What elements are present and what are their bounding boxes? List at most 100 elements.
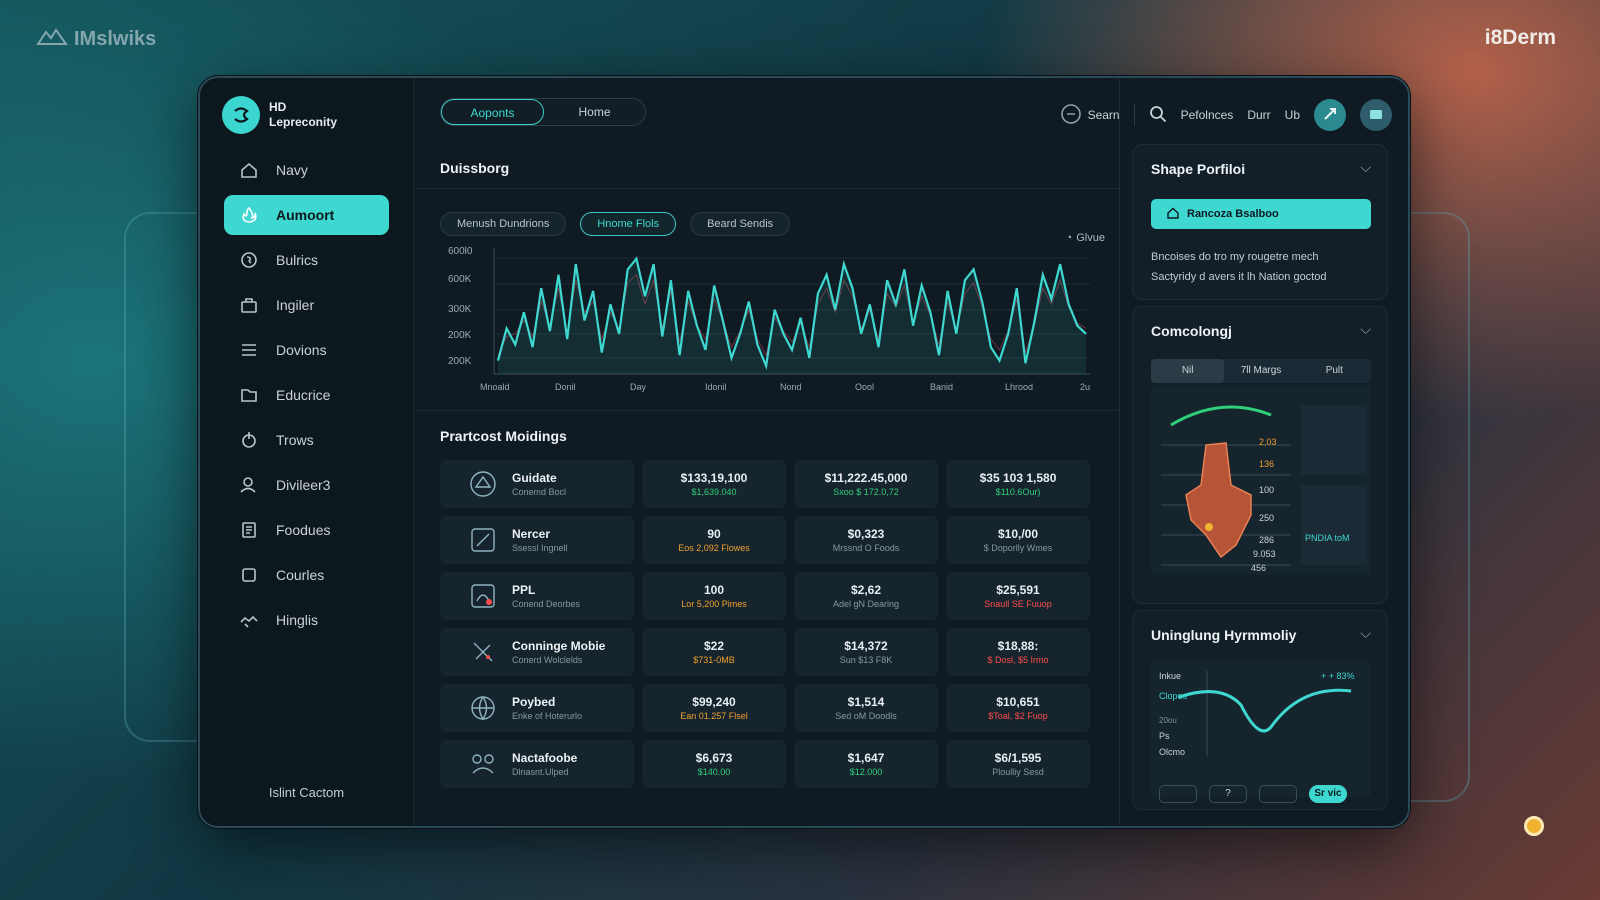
chart-y-tick-label: 600K: [448, 274, 472, 285]
comcolongi-card: Comcolongj ⌵ Nil 7ll Margs Pult 2,03 136…: [1132, 306, 1388, 604]
sidebar-item-divileer3[interactable]: Divileer3: [224, 465, 389, 505]
holding-subtitle: Conemd Bocl: [512, 487, 567, 497]
map-side-label: PNDIA toM: [1305, 533, 1350, 543]
sidebar-item-foodues[interactable]: Foodues: [224, 510, 389, 550]
sidebar-item-label: Hinglis: [276, 612, 319, 628]
map-label: 100: [1259, 485, 1274, 495]
holding-name-cell: Nercer Ssessl Ingnell: [440, 516, 634, 564]
main-line-chart: 600l0 600K 300K 200K 200K Mnoald Donil Day Idoni…: [440, 238, 1100, 398]
coin-icon: [238, 249, 260, 271]
notification-dot-icon[interactable]: [1524, 816, 1544, 836]
app-logo-icon: [222, 96, 260, 134]
tab-aoponts[interactable]: Aoponts: [441, 99, 544, 125]
holding-value: $133,19,100: [680, 471, 748, 485]
holding-value-sub: Ploulliy Sesd: [992, 767, 1044, 777]
holding-subtitle: Enke of Hoterurlo: [512, 711, 583, 721]
harmony-line: [1178, 688, 1352, 733]
harmony-controls: ? Sr vic: [1159, 785, 1347, 803]
holding-value-sub: Sun $13 F8K: [839, 655, 893, 665]
table-row[interactable]: Poybed Enke of Hoterurlo $99,240 Ean 01.257…: [440, 684, 1090, 732]
table-row[interactable]: Guidate Conemd Bocl $133,19,100 $1,639.040 $…: [440, 460, 1090, 508]
chevron-down-icon[interactable]: ⌵: [1360, 159, 1371, 176]
chevron-down-icon[interactable]: ⌵: [1360, 625, 1371, 642]
search-icon[interactable]: [1149, 105, 1167, 126]
search-shortcut[interactable]: Searn: [1060, 103, 1120, 128]
sidebar-item-hinglis[interactable]: Hinglis: [224, 600, 389, 640]
holding-value-cell: 100 Lor 5,200 Pimes: [642, 572, 786, 620]
sidebar-footer[interactable]: Islint Cactom: [200, 785, 413, 800]
tab-margs[interactable]: 7ll Margs: [1224, 359, 1297, 383]
sidebar-item-navy[interactable]: Navy: [224, 150, 389, 190]
holding-value: $1,647: [847, 751, 885, 765]
portfolio-cta-button[interactable]: Rancoza Bsalboo: [1151, 199, 1371, 229]
link-pefolnces[interactable]: Pefolnces: [1181, 108, 1234, 122]
tab-pult[interactable]: Pult: [1298, 359, 1371, 383]
sidebar-item-label: Dovions: [276, 342, 327, 358]
app-name-line1: HD: [269, 100, 287, 114]
tab-home[interactable]: Home: [544, 99, 645, 125]
table-row[interactable]: PPL Conend Deorbes 100 Lor 5,200 Pimes $2,62…: [440, 572, 1090, 620]
sidebar-item-courles[interactable]: Courles: [224, 555, 389, 595]
pill-hnome-flols[interactable]: Hnome Flols: [580, 212, 677, 236]
table-row[interactable]: Conninge Mobie Conerd Wolclelds $22 $731-0M…: [440, 628, 1090, 676]
main-content: Aoponts Home Duissborg Menush Dundrions …: [414, 78, 1120, 826]
pill-beard-sendis[interactable]: Beard Sendis: [690, 212, 791, 236]
folder-button[interactable]: [1360, 99, 1392, 131]
sidebar-item-label: Trows: [276, 432, 314, 448]
holding-value-cell: $25,591 Snaull SE Fuuop: [946, 572, 1090, 620]
table-row[interactable]: Nactafoobe Dlnasnt.Ulped $6,673 $140.00 $1,6…: [440, 740, 1090, 788]
holding-value-cell: $10,/00 $ Doporlly Wmes: [946, 516, 1090, 564]
map-label: 250: [1259, 513, 1274, 523]
chart-y-tick-label: 600l0: [448, 246, 473, 257]
chart-x-tick-label: Banid: [930, 382, 953, 392]
rocket-button[interactable]: [1314, 99, 1346, 131]
folder-icon: [1368, 106, 1384, 125]
holding-value-cell: $6/1,595 Ploulliy Sesd: [946, 740, 1090, 788]
sidebar-item-dovions[interactable]: Dovions: [224, 330, 389, 370]
link-ub[interactable]: Ub: [1285, 108, 1300, 122]
tab-nil[interactable]: Nil: [1151, 359, 1225, 383]
chart-y-tick-label: 200K: [448, 330, 472, 341]
harmony-label: Inkue: [1159, 671, 1181, 681]
sidebar-item-label: Bulrics: [276, 252, 319, 268]
power-icon: [238, 429, 260, 451]
holding-subtitle: Conerd Wolclelds: [512, 655, 583, 665]
home-icon: [1167, 207, 1179, 222]
pill-menush-dundrions[interactable]: Menush Dundrions: [440, 212, 567, 236]
sidebar-item-ingiler[interactable]: Ingiler: [224, 285, 389, 325]
rocket-icon: [1322, 106, 1338, 125]
harmony-chart-svg: Inkue Clopes 20ou Ps Olcmo + + 83%: [1159, 671, 1355, 757]
sidebar-item-trows[interactable]: Trows: [224, 420, 389, 460]
holding-value: $99,240: [692, 695, 736, 709]
sidebar-item-bulrics[interactable]: Bulrics: [224, 240, 389, 280]
app-logo[interactable]: HD Lepreconity: [200, 96, 413, 134]
holding-name-cell: PPL Conend Deorbes: [440, 572, 634, 620]
app-window: HD Lepreconity Navy Aumoort Bulrics Ingiler…: [198, 76, 1410, 828]
harmony-save-button[interactable]: Sr vic: [1309, 785, 1347, 803]
map-chart-svg: 2,03 136 100 250 286 9.053 456 PNDIA toM: [1161, 405, 1367, 573]
portfolio-description: Bncoises do tro my rougetre mech Sactyri…: [1151, 247, 1326, 287]
shield-search-icon: [1060, 103, 1082, 128]
holdings-table: Guidate Conemd Bocl $133,19,100 $1,639.040 $…: [440, 460, 1090, 796]
sidebar-item-label: Ingiler: [276, 297, 315, 313]
holding-value-cell: $11,222.45,000 Sxoo $ 172.0,72: [794, 460, 938, 508]
link-durr[interactable]: Durr: [1247, 108, 1270, 122]
holding-value: $18,88:: [997, 639, 1039, 653]
sidebar-item-label: Foodues: [276, 522, 331, 538]
sidebar-item-aumoort[interactable]: Aumoort: [224, 195, 389, 235]
holding-value-sub: Mrssnd O Foods: [832, 543, 900, 553]
holding-value-cell: $1,514 Sed oM Doodls: [794, 684, 938, 732]
chevron-down-icon[interactable]: ⌵: [1360, 321, 1371, 338]
harmony-help-button[interactable]: ?: [1209, 785, 1247, 803]
portfolio-card: Shape Porfiloi ⌵ Rancoza Bsalboo Bncoise…: [1132, 144, 1388, 300]
table-row[interactable]: Nercer Ssessl Ingnell 90 Eos 2,092 Flowes $0…: [440, 516, 1090, 564]
holding-name: Poybed: [512, 695, 556, 709]
holding-value-sub: $1,639.040: [691, 487, 737, 497]
document-icon: [238, 519, 260, 541]
globe-icon: [466, 691, 500, 725]
harmony-btn-blank[interactable]: [1259, 785, 1297, 803]
sidebar-item-educrice[interactable]: Educrice: [224, 375, 389, 415]
harmony-btn-blank[interactable]: [1159, 785, 1197, 803]
mountain-logo-icon: [36, 26, 68, 52]
search-label: Searn: [1087, 108, 1120, 122]
